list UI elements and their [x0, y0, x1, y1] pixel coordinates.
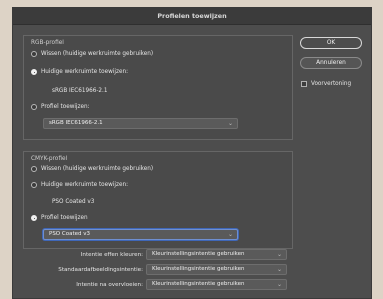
chevron-down-icon: ⌄ — [227, 120, 233, 127]
cancel-button[interactable]: Annuleren — [300, 57, 362, 69]
cmyk-profile-legend: CMYK-profiel — [31, 156, 68, 162]
radio-icon[interactable] — [31, 166, 37, 172]
rgb-profile-panel: RGB-profiel Wissen (huidige werkruimte g… — [23, 35, 293, 140]
radio-selected-icon[interactable] — [31, 69, 37, 75]
rgb-option-discard[interactable]: Wissen (huidige werkruimte gebruiken) — [31, 51, 153, 57]
cmyk-profile-panel: CMYK-profiel Wissen (huidige werkruimte … — [23, 151, 293, 249]
radio-selected-icon[interactable] — [31, 215, 37, 221]
rgb-option-working-label: Huidige werkruimte toewijzen: — [41, 69, 128, 75]
rgb-profile-legend: RGB-profiel — [31, 40, 64, 46]
cmyk-profile-select[interactable]: PSO Coated v3 ⌄ — [43, 229, 238, 240]
default-image-intent-value: Kleurinstellingsintentie gebruiken — [152, 266, 245, 272]
cmyk-option-assign-label: Profiel toewijzen — [41, 215, 88, 221]
chevron-down-icon: ⌄ — [227, 231, 233, 238]
preview-label: Voorvertoning — [311, 81, 352, 87]
chevron-down-icon: ⌄ — [276, 251, 282, 258]
rgb-working-profile-name: sRGB IEC61966-2.1 — [52, 88, 108, 94]
rgb-option-working[interactable]: Huidige werkruimte toewijzen: — [31, 69, 128, 75]
solid-color-intent-select[interactable]: Kleurinstellingsintentie gebruiken ⌄ — [146, 249, 287, 260]
dialog-title: Profielen toewijzen — [13, 8, 371, 25]
chevron-down-icon: ⌄ — [276, 281, 282, 288]
after-blending-intent-select[interactable]: Kleurinstellingsintentie gebruiken ⌄ — [146, 279, 287, 290]
cmyk-option-discard-label: Wissen (huidige werkruimte gebruiken) — [41, 166, 154, 172]
default-image-intent-select[interactable]: Kleurinstellingsintentie gebruiken ⌄ — [146, 264, 287, 275]
radio-icon[interactable] — [31, 51, 37, 57]
preview-checkbox[interactable] — [301, 81, 307, 87]
after-blending-intent-label: Intentie na overvloeien: — [76, 282, 143, 288]
rgb-option-discard-label: Wissen (huidige werkruimte gebruiken) — [41, 51, 154, 57]
cmyk-option-assign[interactable]: Profiel toewijzen — [31, 215, 88, 221]
rgb-profile-select[interactable]: sRGB IEC61966-2.1 ⌄ — [43, 118, 238, 129]
cmyk-option-working[interactable]: Huidige werkruimte toewijzen: — [31, 182, 128, 188]
cmyk-profile-select-value: PSO Coated v3 — [49, 231, 90, 237]
solid-color-intent-value: Kleurinstellingsintentie gebruiken — [152, 251, 245, 257]
radio-icon[interactable] — [31, 182, 37, 188]
preview-checkbox-row[interactable]: Voorvertoning — [301, 81, 351, 87]
rgb-option-assign-label: Profiel toewijzen: — [41, 104, 90, 110]
radio-icon[interactable] — [31, 104, 37, 110]
chevron-down-icon: ⌄ — [276, 266, 282, 273]
cmyk-option-discard[interactable]: Wissen (huidige werkruimte gebruiken) — [31, 166, 153, 172]
assign-profiles-dialog: Profielen toewijzen RGB-profiel Wissen (… — [12, 7, 372, 299]
default-image-intent-label: Standaardafbeeldingsintentie: — [58, 267, 143, 273]
solid-color-intent-label: Intentie effen kleuren: — [80, 252, 143, 258]
cmyk-working-profile-name: PSO Coated v3 — [52, 199, 95, 205]
rgb-profile-select-value: sRGB IEC61966-2.1 — [49, 120, 103, 126]
cmyk-option-working-label: Huidige werkruimte toewijzen: — [41, 182, 128, 188]
after-blending-intent-value: Kleurinstellingsintentie gebruiken — [152, 281, 245, 287]
rgb-option-assign[interactable]: Profiel toewijzen: — [31, 104, 90, 110]
ok-button[interactable]: OK — [300, 37, 362, 49]
